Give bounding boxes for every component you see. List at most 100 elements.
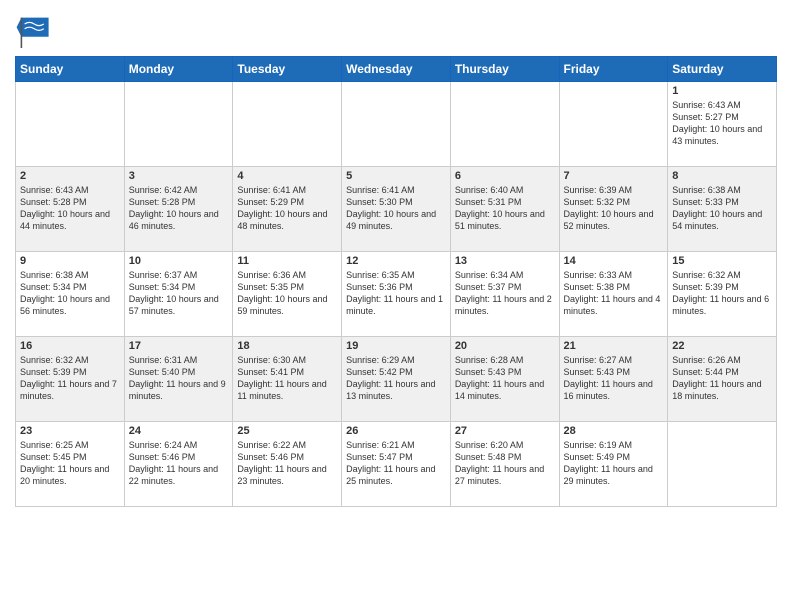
day-number: 15 [672, 255, 772, 267]
day-number: 22 [672, 340, 772, 352]
day-number: 14 [564, 255, 664, 267]
calendar-header-row: SundayMondayTuesdayWednesdayThursdayFrid… [16, 57, 777, 82]
day-number: 2 [20, 170, 120, 182]
day-info: Sunrise: 6:40 AM Sunset: 5:31 PM Dayligh… [455, 184, 555, 233]
calendar-header-wednesday: Wednesday [342, 57, 451, 82]
calendar-cell [16, 82, 125, 167]
day-info: Sunrise: 6:43 AM Sunset: 5:27 PM Dayligh… [672, 99, 772, 148]
day-info: Sunrise: 6:19 AM Sunset: 5:49 PM Dayligh… [564, 439, 664, 488]
day-number: 23 [20, 425, 120, 437]
logo-icon [15, 14, 55, 50]
calendar-cell: 5 Sunrise: 6:41 AM Sunset: 5:30 PM Daylig… [342, 167, 451, 252]
calendar-cell: 21 Sunrise: 6:27 AM Sunset: 5:43 PM Dayli… [559, 337, 668, 422]
calendar-cell: 7 Sunrise: 6:39 AM Sunset: 5:32 PM Daylig… [559, 167, 668, 252]
calendar-table: SundayMondayTuesdayWednesdayThursdayFrid… [15, 56, 777, 507]
day-info: Sunrise: 6:38 AM Sunset: 5:33 PM Dayligh… [672, 184, 772, 233]
day-info: Sunrise: 6:41 AM Sunset: 5:30 PM Dayligh… [346, 184, 446, 233]
calendar-cell: 20 Sunrise: 6:28 AM Sunset: 5:43 PM Dayli… [450, 337, 559, 422]
day-info: Sunrise: 6:24 AM Sunset: 5:46 PM Dayligh… [129, 439, 229, 488]
day-info: Sunrise: 6:28 AM Sunset: 5:43 PM Dayligh… [455, 354, 555, 403]
day-info: Sunrise: 6:42 AM Sunset: 5:28 PM Dayligh… [129, 184, 229, 233]
day-number: 27 [455, 425, 555, 437]
day-number: 20 [455, 340, 555, 352]
day-number: 7 [564, 170, 664, 182]
calendar-cell [668, 422, 777, 507]
day-info: Sunrise: 6:38 AM Sunset: 5:34 PM Dayligh… [20, 269, 120, 318]
day-info: Sunrise: 6:32 AM Sunset: 5:39 PM Dayligh… [672, 269, 772, 318]
page: SundayMondayTuesdayWednesdayThursdayFrid… [0, 0, 792, 612]
day-number: 13 [455, 255, 555, 267]
day-info: Sunrise: 6:21 AM Sunset: 5:47 PM Dayligh… [346, 439, 446, 488]
calendar-cell: 22 Sunrise: 6:26 AM Sunset: 5:44 PM Dayli… [668, 337, 777, 422]
day-info: Sunrise: 6:41 AM Sunset: 5:29 PM Dayligh… [237, 184, 337, 233]
calendar-cell [233, 82, 342, 167]
calendar-week-1: 2 Sunrise: 6:43 AM Sunset: 5:28 PM Daylig… [16, 167, 777, 252]
day-info: Sunrise: 6:35 AM Sunset: 5:36 PM Dayligh… [346, 269, 446, 318]
calendar-cell [124, 82, 233, 167]
calendar-cell: 2 Sunrise: 6:43 AM Sunset: 5:28 PM Daylig… [16, 167, 125, 252]
calendar-cell: 18 Sunrise: 6:30 AM Sunset: 5:41 PM Dayli… [233, 337, 342, 422]
calendar-header-tuesday: Tuesday [233, 57, 342, 82]
calendar-cell: 6 Sunrise: 6:40 AM Sunset: 5:31 PM Daylig… [450, 167, 559, 252]
day-number: 28 [564, 425, 664, 437]
day-info: Sunrise: 6:30 AM Sunset: 5:41 PM Dayligh… [237, 354, 337, 403]
day-info: Sunrise: 6:33 AM Sunset: 5:38 PM Dayligh… [564, 269, 664, 318]
day-number: 5 [346, 170, 446, 182]
calendar-cell: 25 Sunrise: 6:22 AM Sunset: 5:46 PM Dayli… [233, 422, 342, 507]
calendar-cell: 4 Sunrise: 6:41 AM Sunset: 5:29 PM Daylig… [233, 167, 342, 252]
calendar-cell: 10 Sunrise: 6:37 AM Sunset: 5:34 PM Dayli… [124, 252, 233, 337]
day-number: 19 [346, 340, 446, 352]
day-number: 10 [129, 255, 229, 267]
day-number: 3 [129, 170, 229, 182]
day-number: 25 [237, 425, 337, 437]
day-number: 17 [129, 340, 229, 352]
day-info: Sunrise: 6:43 AM Sunset: 5:28 PM Dayligh… [20, 184, 120, 233]
day-info: Sunrise: 6:39 AM Sunset: 5:32 PM Dayligh… [564, 184, 664, 233]
calendar-header-thursday: Thursday [450, 57, 559, 82]
calendar-cell: 28 Sunrise: 6:19 AM Sunset: 5:49 PM Dayli… [559, 422, 668, 507]
calendar-cell: 9 Sunrise: 6:38 AM Sunset: 5:34 PM Daylig… [16, 252, 125, 337]
calendar-cell: 15 Sunrise: 6:32 AM Sunset: 5:39 PM Dayli… [668, 252, 777, 337]
calendar-cell: 26Sunrise: 6:21 AM Sunset: 5:47 PM Dayli… [342, 422, 451, 507]
day-info: Sunrise: 6:29 AM Sunset: 5:42 PM Dayligh… [346, 354, 446, 403]
day-info: Sunrise: 6:36 AM Sunset: 5:35 PM Dayligh… [237, 269, 337, 318]
calendar-cell: 12 Sunrise: 6:35 AM Sunset: 5:36 PM Dayli… [342, 252, 451, 337]
calendar-cell [342, 82, 451, 167]
day-number: 6 [455, 170, 555, 182]
calendar-cell: 19 Sunrise: 6:29 AM Sunset: 5:42 PM Dayli… [342, 337, 451, 422]
calendar-cell: 8 Sunrise: 6:38 AM Sunset: 5:33 PM Daylig… [668, 167, 777, 252]
logo [15, 10, 59, 50]
day-info: Sunrise: 6:26 AM Sunset: 5:44 PM Dayligh… [672, 354, 772, 403]
day-number: 11 [237, 255, 337, 267]
calendar-cell: 17 Sunrise: 6:31 AM Sunset: 5:40 PM Dayli… [124, 337, 233, 422]
calendar-week-4: 23Sunrise: 6:25 AM Sunset: 5:45 PM Dayli… [16, 422, 777, 507]
calendar-cell: 14 Sunrise: 6:33 AM Sunset: 5:38 PM Dayli… [559, 252, 668, 337]
day-info: Sunrise: 6:37 AM Sunset: 5:34 PM Dayligh… [129, 269, 229, 318]
calendar-cell [559, 82, 668, 167]
day-number: 18 [237, 340, 337, 352]
day-info: Sunrise: 6:20 AM Sunset: 5:48 PM Dayligh… [455, 439, 555, 488]
day-info: Sunrise: 6:31 AM Sunset: 5:40 PM Dayligh… [129, 354, 229, 403]
calendar-week-3: 16 Sunrise: 6:32 AM Sunset: 5:39 PM Dayli… [16, 337, 777, 422]
day-info: Sunrise: 6:32 AM Sunset: 5:39 PM Dayligh… [20, 354, 120, 403]
calendar-week-0: 1Sunrise: 6:43 AM Sunset: 5:27 PM Daylig… [16, 82, 777, 167]
day-number: 9 [20, 255, 120, 267]
calendar-cell: 27 Sunrise: 6:20 AM Sunset: 5:48 PM Dayli… [450, 422, 559, 507]
calendar-cell: 13 Sunrise: 6:34 AM Sunset: 5:37 PM Dayli… [450, 252, 559, 337]
day-number: 12 [346, 255, 446, 267]
day-number: 16 [20, 340, 120, 352]
day-info: Sunrise: 6:34 AM Sunset: 5:37 PM Dayligh… [455, 269, 555, 318]
calendar-cell [450, 82, 559, 167]
day-info: Sunrise: 6:27 AM Sunset: 5:43 PM Dayligh… [564, 354, 664, 403]
calendar-week-2: 9 Sunrise: 6:38 AM Sunset: 5:34 PM Daylig… [16, 252, 777, 337]
day-number: 8 [672, 170, 772, 182]
calendar-cell: 23Sunrise: 6:25 AM Sunset: 5:45 PM Dayli… [16, 422, 125, 507]
calendar-header-monday: Monday [124, 57, 233, 82]
calendar-header-saturday: Saturday [668, 57, 777, 82]
calendar-header-friday: Friday [559, 57, 668, 82]
day-number: 21 [564, 340, 664, 352]
day-number: 4 [237, 170, 337, 182]
calendar-cell: 16 Sunrise: 6:32 AM Sunset: 5:39 PM Dayli… [16, 337, 125, 422]
day-info: Sunrise: 6:22 AM Sunset: 5:46 PM Dayligh… [237, 439, 337, 488]
calendar-cell: 3 Sunrise: 6:42 AM Sunset: 5:28 PM Daylig… [124, 167, 233, 252]
